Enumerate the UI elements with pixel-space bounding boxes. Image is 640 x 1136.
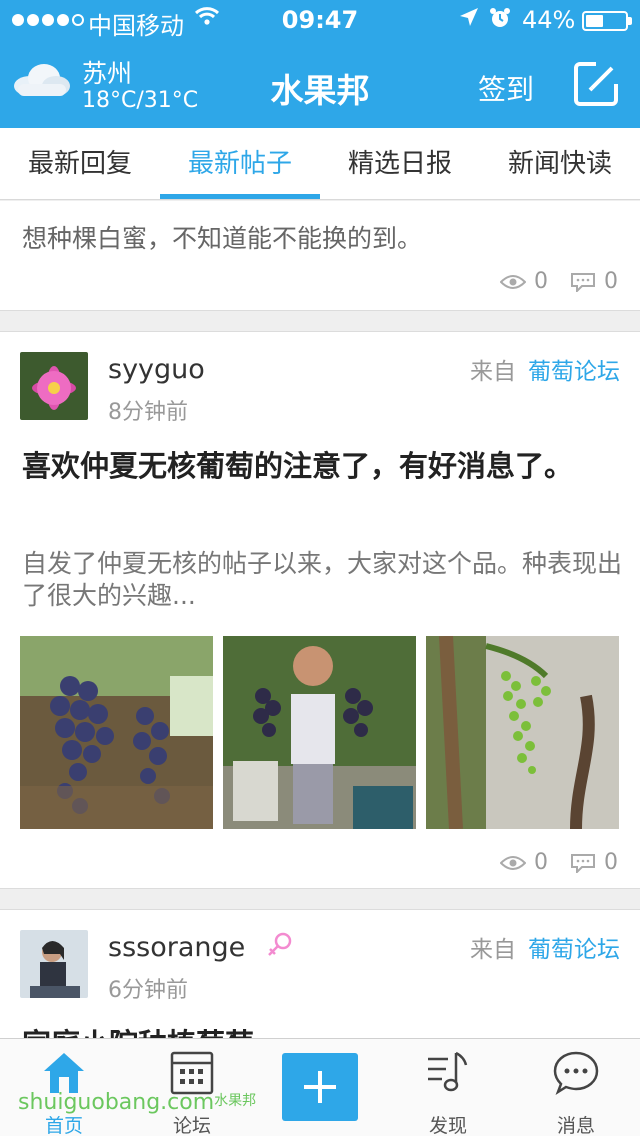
tab-news-quick-read[interactable]: 新闻快读 xyxy=(480,128,640,199)
comment-icon xyxy=(571,853,595,873)
post-excerpt: 自发了仲夏无核的帖子以来，大家对这个品。种表现出了很大的兴趣... xyxy=(22,549,623,610)
battery-percentage: 44% xyxy=(522,6,576,34)
tabbar-discover[interactable]: 发现 xyxy=(398,1049,498,1136)
post-feed[interactable]: 想种棵白蜜，不知道能不能换的到。 0 0 syyguo 8分钟前 来自 葡萄论坛 … xyxy=(0,201,640,1038)
weather-city: 苏州 xyxy=(82,59,133,88)
tabbar-forum[interactable]: 论坛 xyxy=(142,1049,242,1136)
female-gender-icon xyxy=(268,932,292,956)
tabbar-messages[interactable]: 消息 xyxy=(526,1049,626,1136)
post-card[interactable]: 想种棵白蜜，不知道能不能换的到。 0 0 xyxy=(0,201,640,311)
tabbar-forum-label: 论坛 xyxy=(172,1115,211,1136)
post-stats: 0 0 xyxy=(500,850,618,875)
post-time: 6分钟前 xyxy=(108,978,188,1003)
new-post-button[interactable] xyxy=(282,1053,358,1121)
compose-icon[interactable] xyxy=(572,60,620,108)
post-card[interactable]: sssorange 6分钟前 来自葡萄论坛 家庭小院种植葡萄 xyxy=(0,909,640,1038)
tab-latest-replies[interactable]: 最新回复 xyxy=(0,128,160,199)
post-excerpt: 想种棵白蜜，不知道能不能换的到。 xyxy=(22,224,423,253)
post-images xyxy=(20,636,619,829)
battery-icon xyxy=(582,11,632,31)
tabbar-home[interactable]: 首页 xyxy=(14,1049,114,1136)
forum-link[interactable]: 葡萄论坛 xyxy=(528,937,620,963)
weather-temperature: 18°C/31°C xyxy=(82,88,199,113)
category-tabs: 最新回复 最新帖子 精选日报 新闻快读 xyxy=(0,128,640,200)
top-bar: 中国移动 09:47 44% 苏州 18°C/31°C 水果邦 签到 xyxy=(0,0,640,128)
post-title[interactable]: 家庭小院种植葡萄 xyxy=(22,1020,602,1038)
username[interactable]: syyguo xyxy=(108,354,205,385)
bottom-tab-bar: 首页 论坛 发现 消息 xyxy=(0,1038,640,1136)
eye-icon xyxy=(500,274,526,289)
post-image-grapes[interactable] xyxy=(20,636,213,829)
forum-link[interactable]: 葡萄论坛 xyxy=(528,359,620,385)
post-source: 来自 葡萄论坛 xyxy=(470,352,620,386)
music-note-icon xyxy=(428,1051,468,1092)
tab-featured-daily[interactable]: 精选日报 xyxy=(320,128,480,199)
post-image-child-with-grapes[interactable] xyxy=(223,636,416,829)
view-count: 0 xyxy=(534,269,548,294)
from-label: 来自 xyxy=(470,359,516,385)
cloud-icon xyxy=(14,64,70,96)
tabbar-discover-label: 发现 xyxy=(428,1115,467,1136)
comment-count: 0 xyxy=(604,269,618,294)
alarm-clock-icon xyxy=(488,6,512,36)
view-count: 0 xyxy=(534,850,548,875)
post-source: 来自 葡萄论坛 xyxy=(470,930,620,964)
post-title[interactable]: 喜欢仲夏无核葡萄的注意了，有好消息了。 xyxy=(22,442,602,490)
avatar[interactable] xyxy=(20,352,88,420)
app-title: 水果邦 xyxy=(270,71,370,110)
username[interactable]: sssorange xyxy=(108,932,245,963)
avatar[interactable] xyxy=(20,930,88,998)
post-image-grapevine[interactable] xyxy=(426,636,619,829)
chat-bubble-icon xyxy=(553,1051,599,1096)
tab-latest-posts[interactable]: 最新帖子 xyxy=(160,128,320,199)
location-arrow-icon xyxy=(458,6,480,36)
tabbar-messages-label: 消息 xyxy=(556,1115,595,1136)
forum-grid-icon xyxy=(170,1051,214,1095)
comment-icon xyxy=(571,272,595,292)
post-time: 8分钟前 xyxy=(108,400,188,425)
eye-icon xyxy=(500,855,526,870)
home-icon xyxy=(44,1053,84,1093)
from-label: 来自 xyxy=(470,937,516,963)
comment-count: 0 xyxy=(604,850,618,875)
status-bar: 中国移动 09:47 44% xyxy=(0,0,640,40)
post-stats: 0 0 xyxy=(500,269,618,294)
checkin-button[interactable]: 签到 xyxy=(478,68,534,108)
tabbar-home-label: 首页 xyxy=(44,1115,83,1136)
post-card[interactable]: syyguo 8分钟前 来自 葡萄论坛 喜欢仲夏无核葡萄的注意了，有好消息了。 自… xyxy=(0,331,640,889)
